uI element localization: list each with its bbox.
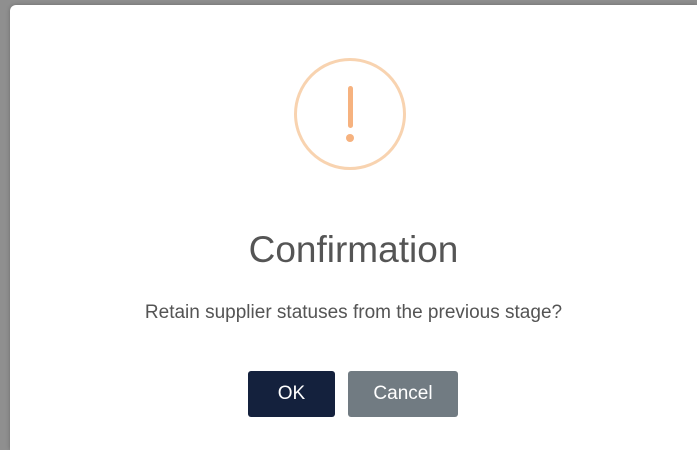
dialog-message: Retain supplier statuses from the previo… xyxy=(144,302,563,323)
ok-button[interactable]: OK xyxy=(248,371,335,417)
exclamation-dot xyxy=(346,134,354,142)
confirmation-dialog: Confirmation Retain supplier statuses fr… xyxy=(10,5,697,450)
exclamation-warning-icon xyxy=(294,58,406,170)
dialog-title: Confirmation xyxy=(248,229,459,270)
cancel-button[interactable]: Cancel xyxy=(348,371,458,417)
exclamation-bar xyxy=(347,86,353,128)
